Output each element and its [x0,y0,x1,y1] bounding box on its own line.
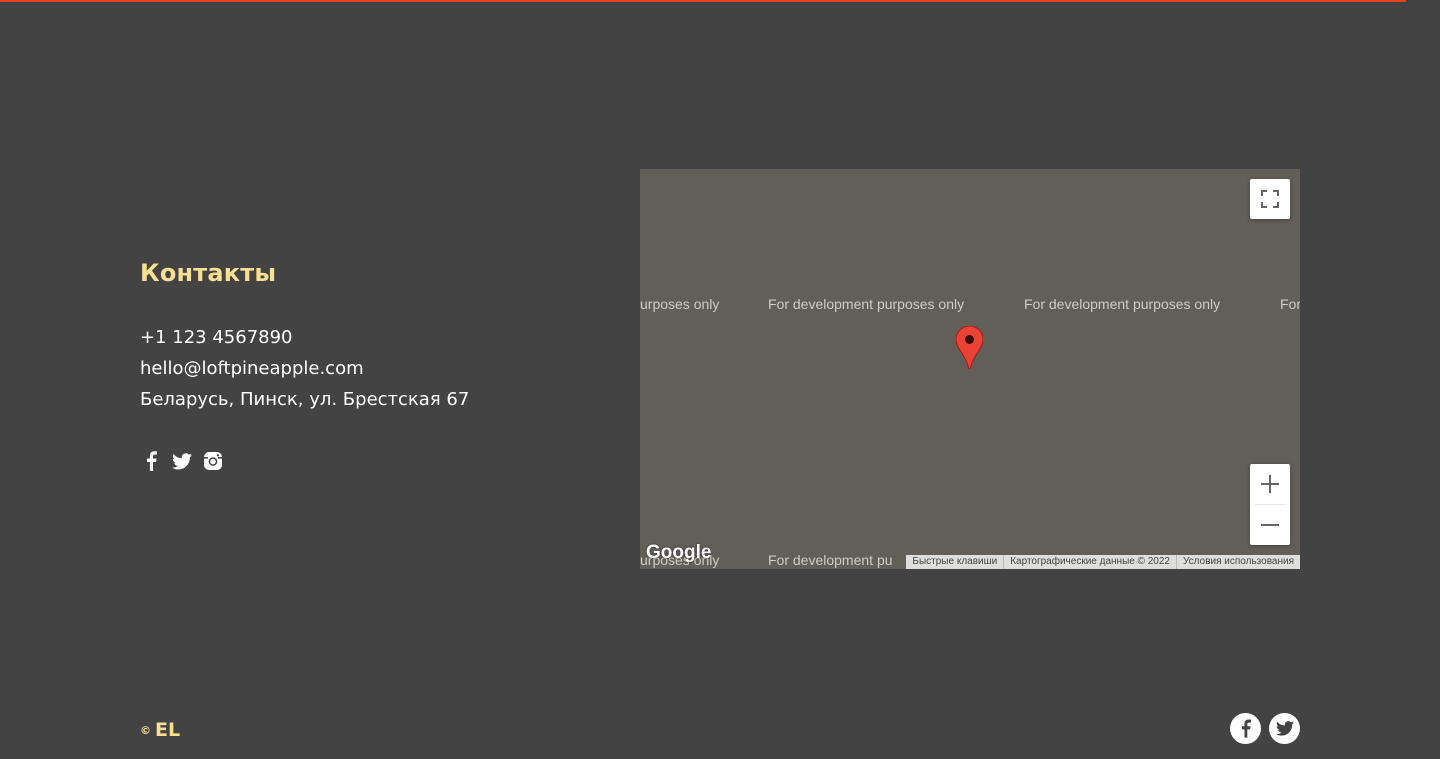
footer-social-links [1230,713,1300,744]
contacts-title: Контакты [140,259,277,287]
map-attribution: Быстрые клавиши Картографические данные … [906,555,1300,569]
map-data-link[interactable]: Картографические данные © 2022 [1003,555,1176,569]
contact-address: Беларусь, Пинск, ул. Брестская 67 [140,389,470,410]
contacts-social-links [140,449,224,473]
map-zoom-controls [1250,464,1290,545]
terms-of-use-link[interactable]: Условия использования [1176,555,1300,569]
copyright: © EL [140,719,180,741]
map-fullscreen-button[interactable] [1250,179,1290,219]
facebook-icon[interactable] [140,449,162,473]
keyboard-shortcuts-link[interactable]: Быстрые клавиши [906,555,1003,569]
facebook-icon [1241,719,1251,738]
google-logo[interactable]: Google [646,542,711,564]
map-watermark: For development purposes only [768,296,965,312]
twitter-icon [1275,721,1294,736]
twitter-icon[interactable] [171,449,193,473]
map-marker[interactable] [955,325,984,370]
contact-email[interactable]: hello@loftpineapple.com [140,358,364,379]
zoom-in-button[interactable] [1250,464,1290,504]
map-watermark: For [1280,296,1300,312]
copyright-symbol: © [140,723,151,737]
copyright-text: EL [155,719,181,741]
footer-facebook-button[interactable] [1230,713,1261,744]
map-watermark: For development pu [768,552,893,568]
instagram-icon[interactable] [202,449,224,473]
fullscreen-icon [1261,190,1279,208]
page: Контакты +1 123 4567890 hello@loftpineap… [0,0,1440,759]
map-watermark: urposes only [640,296,720,312]
zoom-out-button[interactable] [1250,505,1290,545]
map-watermark: For development purposes only [1024,296,1221,312]
contact-phone[interactable]: +1 123 4567890 [140,327,293,348]
top-accent-line [0,0,1406,2]
footer-twitter-button[interactable] [1269,713,1300,744]
zoom-in-icon [1261,475,1279,493]
google-map[interactable]: urposes only For development purposes on… [640,169,1300,569]
zoom-out-icon [1261,524,1279,526]
